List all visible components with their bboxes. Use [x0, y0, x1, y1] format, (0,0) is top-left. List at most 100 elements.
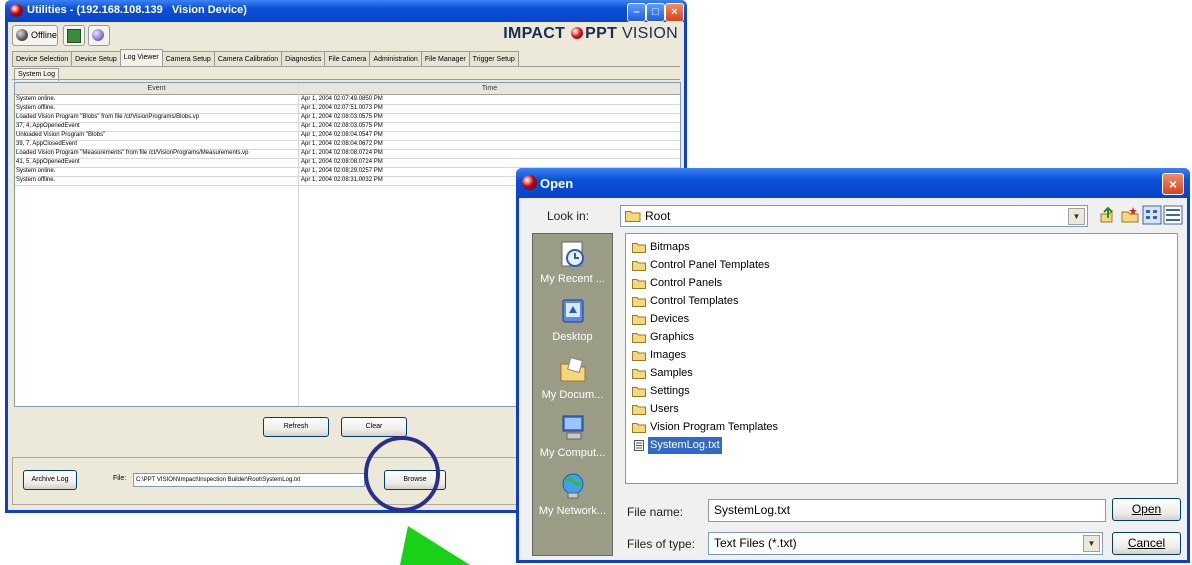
archive-log-button[interactable]: Archive Log — [23, 470, 77, 490]
brand-logo: IMPACT PPT VISION — [503, 25, 678, 42]
desktop-icon — [562, 299, 583, 323]
tab-device-setup[interactable]: Device Setup — [71, 51, 121, 67]
tab-log-viewer[interactable]: Log Viewer — [119, 49, 163, 67]
list-item-label: Samples — [650, 367, 693, 379]
grid-icon — [67, 29, 81, 43]
place-label: Desktop — [552, 331, 593, 343]
time-cell: Apr 1, 2004 02:08:08.0724 PM — [301, 150, 383, 156]
list-item-label: Devices — [650, 313, 690, 325]
chevron-down-icon[interactable]: ▼ — [1083, 535, 1100, 552]
ppt-logo-icon — [571, 27, 584, 39]
tab-administration[interactable]: Administration — [369, 51, 422, 67]
details-view-icon[interactable] — [1163, 205, 1183, 225]
file-name-input[interactable]: SystemLog.txt — [708, 499, 1106, 522]
column-header-event[interactable]: Event — [15, 83, 299, 95]
list-item-label: Control Panel Templates — [650, 259, 770, 271]
utilities-title-bar[interactable]: Utilities - (192.168.108.139 Vision Devi… — [5, 0, 687, 22]
folder-icon — [632, 387, 646, 397]
place-label: My Recent ... — [540, 273, 605, 285]
event-cell: 39, 7, AppClosedEvent — [16, 141, 78, 147]
place-label: My Network... — [538, 505, 607, 517]
list-item-label: Images — [650, 349, 687, 361]
event-cell: 41, 5, AppOpenedEvent — [16, 159, 80, 165]
my-documents-icon — [560, 357, 585, 382]
cancel-button-label: Cancel — [1127, 536, 1166, 550]
folder-icon — [632, 333, 646, 343]
dialog-close-button[interactable]: × — [1162, 173, 1184, 195]
maximize-button[interactable]: □ — [646, 3, 665, 22]
file-label: File: — [113, 475, 127, 482]
event-cell: System online. — [16, 168, 56, 174]
close-button[interactable]: × — [665, 3, 684, 22]
folder-icon — [632, 261, 646, 271]
list-item-label: Bitmaps — [650, 241, 690, 253]
chevron-down-icon[interactable]: ▼ — [1068, 208, 1085, 225]
offline-label: Offline — [31, 30, 57, 40]
look-in-label: Look in: — [547, 209, 590, 223]
folder-icon — [625, 211, 641, 222]
look-in-value: Root — [645, 209, 671, 223]
grid-view-button[interactable] — [63, 25, 85, 46]
open-button[interactable]: Open — [1112, 498, 1181, 521]
open-button-label: Open — [1131, 502, 1162, 516]
place-desktop[interactable]: Desktop — [533, 298, 612, 343]
my-computer-icon — [562, 415, 583, 440]
clear-button[interactable]: Clear — [341, 417, 407, 437]
list-item-label: Graphics — [650, 331, 695, 343]
event-cell: System online. — [16, 96, 56, 102]
list-view-icon[interactable] — [1142, 205, 1162, 225]
file-type-dropdown[interactable]: Text Files (*.txt) ▼ — [708, 532, 1103, 555]
places-bar: My Recent ... Desktop My Docum... My Com… — [532, 233, 613, 556]
place-my-computer[interactable]: My Comput... — [533, 414, 612, 459]
place-my-network[interactable]: My Network... — [533, 472, 612, 517]
event-cell: Loaded Vision Program "Blobs" from file … — [16, 114, 200, 120]
open-dialog: Open × Look in: Root ▼ My Recent ... Des… — [516, 168, 1190, 563]
dialog-title: Open — [540, 176, 574, 191]
place-my-documents[interactable]: My Docum... — [533, 356, 612, 401]
file-name-label: File name: — [627, 505, 684, 519]
up-one-level-icon[interactable] — [1098, 205, 1118, 225]
tab-diagnostics[interactable]: Diagnostics — [281, 51, 326, 67]
list-item-label: Vision Program Templates — [650, 421, 778, 433]
minimize-button[interactable]: – — [627, 3, 646, 22]
toolbar: Offline IMPACT PPT VISION — [8, 22, 684, 46]
file-path-field[interactable]: C:\PPT VISION\Impact\Inspection Builder\… — [133, 473, 365, 487]
column-header-time[interactable]: Time — [299, 83, 680, 95]
file-type-value: Text Files (*.txt) — [714, 536, 797, 550]
tab-camera-calibration[interactable]: Camera Calibration — [213, 51, 283, 67]
list-item-label: SystemLog.txt — [648, 437, 722, 454]
app-icon — [10, 4, 23, 17]
window-title: Utilities - (192.168.108.139 Vision Devi… — [27, 4, 247, 16]
app-icon — [522, 175, 537, 190]
event-cell: Loaded Vision Program "Measurements" fro… — [16, 150, 249, 156]
time-cell: Apr 1, 2004 02:08:03.0575 PM — [301, 114, 383, 120]
offline-toggle-button[interactable]: Offline — [12, 25, 58, 46]
globe-button[interactable] — [88, 25, 110, 46]
folder-icon — [632, 405, 646, 415]
folder-icon — [632, 279, 646, 289]
cancel-button[interactable]: Cancel — [1112, 532, 1181, 555]
my-network-icon — [562, 473, 583, 499]
folder-icon — [632, 297, 646, 307]
time-cell: Apr 1, 2004 02:08:04.0547 PM — [301, 132, 383, 138]
look-in-dropdown[interactable]: Root ▼ — [620, 205, 1088, 227]
time-cell: Apr 1, 2004 02:07:49.0850 PM — [301, 96, 383, 102]
new-folder-icon[interactable] — [1120, 205, 1140, 225]
tab-device-selection[interactable]: Device Selection — [12, 51, 73, 67]
text-file-icon — [634, 440, 644, 451]
tab-divider — [12, 66, 680, 67]
place-my-recent[interactable]: My Recent ... — [533, 240, 612, 285]
place-label: My Comput... — [539, 447, 606, 459]
tab-file-camera[interactable]: File Camera — [324, 51, 371, 67]
open-dialog-title-bar[interactable]: Open × — [516, 168, 1190, 198]
tab-camera-setup[interactable]: Camera Setup — [161, 51, 215, 67]
recent-documents-icon — [561, 241, 584, 267]
time-cell: Apr 1, 2004 02:08:08.0724 PM — [301, 159, 383, 165]
refresh-button[interactable]: Refresh — [263, 417, 329, 437]
tab-file-manager[interactable]: File Manager — [420, 51, 470, 67]
time-cell: Apr 1, 2004 02:08:03.0575 PM — [301, 123, 383, 129]
status-led-icon — [16, 29, 28, 41]
tab-trigger-setup[interactable]: Trigger Setup — [468, 51, 519, 67]
event-cell: 37, 4, AppOpenedEvent — [16, 123, 80, 129]
event-cell: Unloaded Vision Program "Blobs" — [16, 132, 106, 138]
